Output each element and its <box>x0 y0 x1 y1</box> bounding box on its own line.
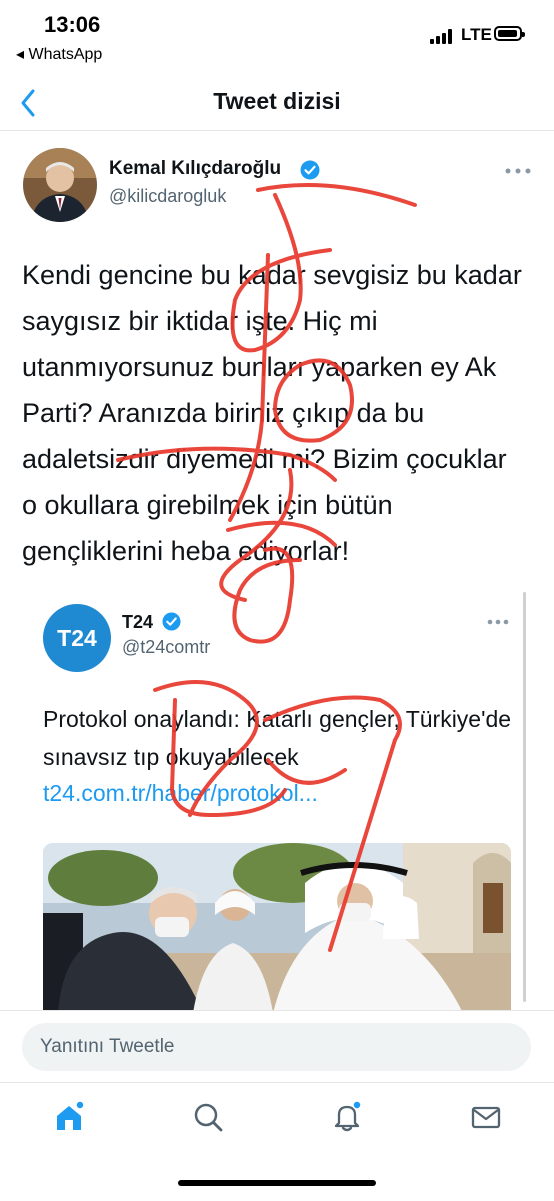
quoted-author-handle[interactable]: @t24comtr <box>122 637 210 658</box>
reply-input[interactable]: Yanıtını Tweetle <box>22 1023 531 1071</box>
signal-icon <box>430 28 456 44</box>
tab-home[interactable] <box>53 1100 85 1133</box>
tab-search[interactable] <box>192 1101 224 1133</box>
scrollbar[interactable] <box>523 592 526 1002</box>
tweet-text: Kendi gencine bu kadar sevgisiz bu kadar… <box>22 260 522 566</box>
tab-messages[interactable] <box>470 1101 502 1133</box>
quoted-tweet-image[interactable] <box>43 843 511 1013</box>
author-name[interactable]: Kemal Kılıçdaroğlu <box>109 158 281 180</box>
quoted-verified-badge-icon <box>162 612 181 631</box>
status-bar: 13:06 ◂ WhatsApp LTE <box>0 0 554 80</box>
page-title: Tweet dizisi <box>213 88 341 114</box>
quoted-author-avatar[interactable]: T24 <box>43 604 111 672</box>
quoted-tweet-text: Protokol onaylandı: Katarlı gençler, Tür… <box>43 706 512 770</box>
reply-bar: Yanıtını Tweetle <box>0 1010 554 1083</box>
author-avatar[interactable] <box>23 148 97 222</box>
network-label: LTE <box>461 25 492 44</box>
status-time: 13:06 <box>44 12 101 37</box>
verified-badge-icon <box>300 160 320 180</box>
author-handle[interactable]: @kilicdarogluk <box>109 186 226 207</box>
more-options-icon[interactable] <box>505 168 531 174</box>
battery-icon <box>494 26 525 41</box>
quoted-tweet-link[interactable]: t24.com.tr/haber/protokol... <box>43 780 318 807</box>
home-indicator <box>178 1180 376 1186</box>
quoted-more-options-icon[interactable] <box>487 619 509 625</box>
bell-icon <box>334 1100 362 1132</box>
tab-notifications[interactable] <box>331 1100 363 1133</box>
mail-icon <box>471 1106 501 1129</box>
back-to-whatsapp-link[interactable]: ◂ WhatsApp <box>16 44 102 64</box>
nav-header: Tweet dizisi <box>0 80 554 131</box>
search-icon <box>194 1103 223 1132</box>
quoted-author-name[interactable]: T24 <box>122 612 153 633</box>
home-icon <box>57 1100 85 1130</box>
